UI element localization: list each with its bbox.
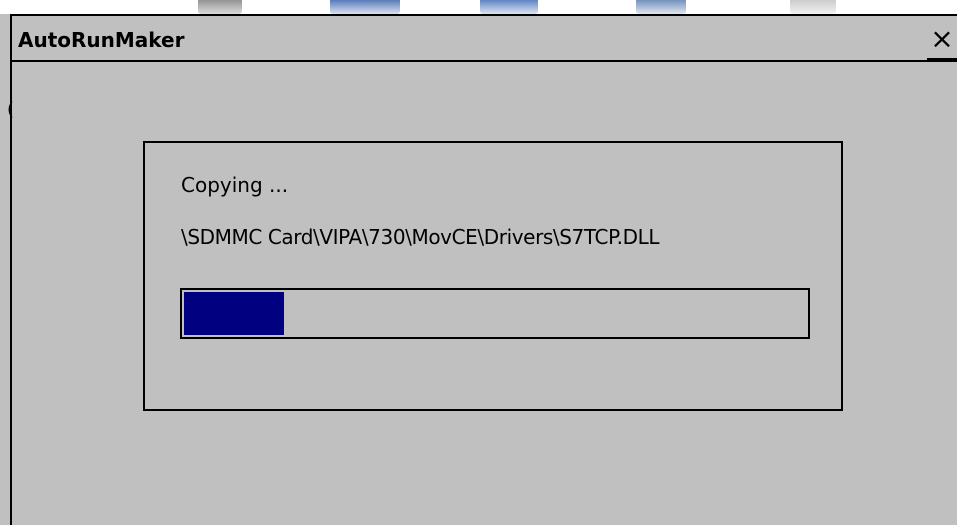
desktop-icon-fragment [790,0,836,14]
status-label: Copying ... [181,173,289,197]
desktop-icon-fragment [330,0,400,14]
close-button[interactable]: × [927,24,957,60]
desktop-icon-fragment [636,0,686,14]
title-bar[interactable]: AutoRunMaker × [12,16,957,62]
desktop-background-strip [0,0,957,14]
desktop-icon-fragment [480,0,538,14]
copy-progress-dialog: Copying ... \SDMMC Card\VIPA\730\MovCE\D… [143,141,843,411]
progress-bar-fill [184,292,284,335]
progress-bar [180,288,810,339]
window-title: AutoRunMaker [18,28,185,52]
close-icon: × [930,22,954,55]
desktop-icon-fragment [198,0,242,14]
file-path-label: \SDMMC Card\VIPA\730\MovCE\Drivers\S7TCP… [181,225,660,249]
clipped-text-fragment: ( [7,99,15,120]
app-window: AutoRunMaker × ( Copying ... \SDMMC Card… [7,14,957,525]
